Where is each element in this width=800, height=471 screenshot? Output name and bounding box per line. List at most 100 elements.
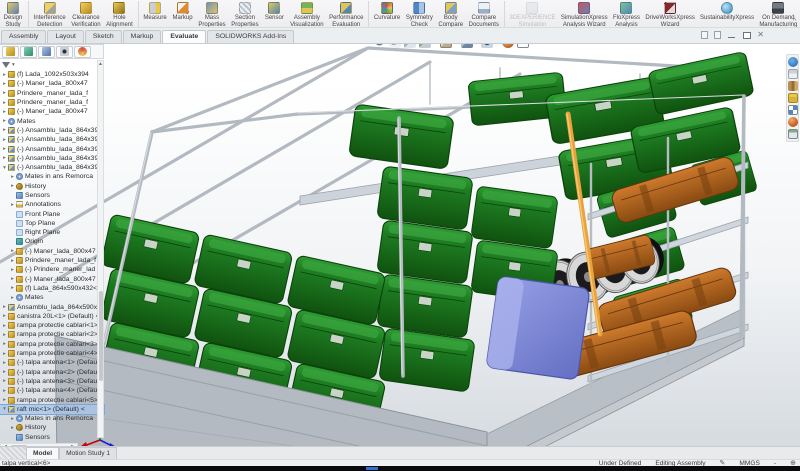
window-icon[interactable]	[714, 31, 721, 39]
zoom-area-icon[interactable]	[389, 44, 401, 48]
tab-sketch[interactable]: Sketch	[85, 30, 122, 43]
display-style-icon[interactable]	[461, 44, 473, 48]
tree-item[interactable]: ▸(-) Ansamblu_lada_864x39K	[0, 126, 104, 135]
expander-icon[interactable]: ▸	[9, 285, 16, 291]
clearance-verification-button[interactable]: Clearance Verification	[68, 0, 103, 28]
sensor-button[interactable]: Sensor	[261, 0, 287, 28]
driveworksxpress-button[interactable]: DriveWorksXpress Wizard	[643, 0, 698, 28]
tree-item[interactable]: Sensors	[0, 191, 104, 200]
tree-item[interactable]: ▸Mates in ans Remorca	[0, 414, 104, 423]
tree-item[interactable]: ▾raft mic<1> (Default) <	[0, 405, 104, 414]
tab-solidworks-add-ins[interactable]: SOLIDWORKS Add-Ins	[207, 30, 294, 43]
propertymanager-tab[interactable]	[20, 46, 37, 58]
tree-item[interactable]: ▸(-) Maner_lada_800x47	[0, 275, 104, 284]
body-compare-button[interactable]: Body Compare	[436, 0, 466, 28]
simulationxpress-button[interactable]: SimulationXpress Analysis Wizard	[558, 0, 610, 28]
sustainabilityxpress-button[interactable]: SustainabilityXpress	[698, 0, 757, 28]
tree-item[interactable]: ▸(-) talpa antena<3> (Defau	[0, 377, 104, 386]
tree-item[interactable]: ▸(-) Ansamblu_lada_864x39K	[0, 154, 104, 163]
expander-icon[interactable]: ▸	[9, 248, 16, 254]
tab-evaluate[interactable]: Evaluate	[162, 30, 206, 43]
expander-icon[interactable]: ▾	[1, 406, 8, 412]
expander-icon[interactable]: ▸	[1, 81, 8, 87]
new-window-icon[interactable]	[701, 31, 708, 39]
hole-alignment-button[interactable]: Hole Alignment	[103, 0, 135, 28]
tab-model[interactable]: Model	[26, 447, 59, 459]
compare-documents-button[interactable]: Compare Documents	[466, 0, 502, 28]
3dexperience-tab-icon[interactable]	[788, 57, 798, 67]
performance-evaluation-button[interactable]: Performance Evaluation	[326, 0, 366, 28]
interference-detection-button[interactable]: Interference Detection	[31, 0, 68, 28]
tab-markup[interactable]: Markup	[123, 30, 162, 43]
expander-icon[interactable]: ▸	[1, 369, 8, 375]
dimxpertmanager-tab[interactable]	[56, 46, 73, 58]
expander-icon[interactable]: ▾	[1, 165, 8, 171]
graphics-viewport[interactable]: ▾ ▾ ▾ ▾ ▾	[0, 44, 800, 446]
expander-icon[interactable]: ▸	[1, 378, 8, 384]
expander-icon[interactable]: ▸	[1, 127, 8, 133]
tree-item[interactable]: ▸Prindere_maner_lada_f	[0, 89, 104, 98]
expander-icon[interactable]: ▸	[1, 109, 8, 115]
tree-item[interactable]: ▸(-) talpa antena<4> (Defau	[0, 386, 104, 395]
tree-item[interactable]: ▸(f) Lada_1092x503x394	[0, 70, 104, 79]
expander-icon[interactable]: ▸	[9, 416, 16, 422]
tree-item[interactable]: Sensors	[0, 433, 104, 442]
tree-item[interactable]: ▸(-) talpa antena<1> (Defau	[0, 358, 104, 367]
tree-item[interactable]: ▸Ansamblu_lada_864x590x4	[0, 302, 104, 311]
hide-show-icon[interactable]	[481, 44, 493, 48]
expander-icon[interactable]: ▸	[9, 276, 16, 282]
restore-icon[interactable]	[742, 31, 751, 39]
tree-item[interactable]: Origin	[0, 237, 104, 246]
markup-button[interactable]: Markup	[170, 0, 196, 28]
tab-motion-study-1[interactable]: Motion Study 1	[59, 447, 117, 459]
tree-item[interactable]: ▸rampa protectie cablari<4>	[0, 349, 104, 358]
curvature-button[interactable]: Curvature	[371, 0, 403, 28]
tree-item[interactable]: ▸(-) talpa antena<2> (Defau	[0, 368, 104, 377]
tree-item[interactable]: ▸(-) Ansamblu_lada_864x39K	[0, 135, 104, 144]
home-tab-icon[interactable]	[788, 69, 798, 79]
hide-show-caret-icon[interactable]: ▾	[496, 44, 499, 45]
tab-assembly[interactable]: Assembly	[1, 30, 46, 43]
tree-item[interactable]: Right Plane	[0, 228, 104, 237]
expander-icon[interactable]: ▸	[1, 397, 8, 403]
tab-layout[interactable]: Layout	[47, 30, 83, 43]
expander-icon[interactable]: ▸	[1, 72, 8, 78]
expander-icon[interactable]: ▸	[1, 137, 8, 143]
expander-icon[interactable]: ▸	[1, 90, 8, 96]
expander-icon[interactable]: ▸	[1, 323, 8, 329]
assembly-visualization-button[interactable]: Assembly Visualization	[287, 0, 326, 28]
previous-view-icon[interactable]	[404, 44, 416, 48]
expander-icon[interactable]: ▸	[9, 425, 16, 431]
tree-vertical-scrollbar[interactable]: ▲	[97, 60, 104, 438]
view-settings-caret-icon[interactable]: ▾	[532, 44, 535, 45]
tree-item[interactable]: ▸rampa protectie cablari<3>	[0, 340, 104, 349]
floxpress-button[interactable]: FloXpress Analysis Wizard	[610, 0, 643, 28]
tree-item[interactable]: ▸(-) Maner_lada_800x47	[0, 79, 104, 88]
close-icon[interactable]: ✕	[757, 31, 764, 39]
symmetry-check-button[interactable]: Symmetry Check	[403, 0, 436, 28]
section-properties-button[interactable]: Section Properties	[228, 0, 261, 28]
expander-icon[interactable]: ▸	[9, 295, 16, 301]
tree-item[interactable]: Top Plane	[0, 219, 104, 228]
appearances-tab-icon[interactable]	[788, 105, 798, 115]
expander-icon[interactable]: ▸	[1, 155, 8, 161]
tree-item[interactable]: ▸(-) Prindere_maner_lad	[0, 265, 104, 274]
filter-caret-icon[interactable]: ▾	[12, 62, 15, 68]
scroll-up-icon[interactable]: ▲	[98, 61, 103, 68]
display-style-caret-icon[interactable]: ▾	[476, 44, 479, 45]
tree-item[interactable]: ▸Mates	[0, 116, 104, 125]
expander-icon[interactable]: ▸	[1, 100, 8, 106]
scenes-tab-icon[interactable]	[788, 117, 798, 127]
splitter-handle[interactable]	[0, 447, 26, 459]
section-view-icon[interactable]	[419, 44, 431, 48]
filter-icon[interactable]	[2, 62, 10, 68]
tree-item[interactable]: ▸(-) Maner_lada_800x47	[0, 107, 104, 116]
measure-button[interactable]: Measure	[141, 0, 170, 28]
assembly-3d-scene[interactable]	[0, 44, 800, 446]
tree-item[interactable]: ▸Annotations	[0, 200, 104, 209]
section-view-caret-icon[interactable]: ▾	[434, 44, 437, 45]
expander-icon[interactable]: ▸	[9, 183, 16, 189]
expander-icon[interactable]: ▸	[9, 258, 16, 264]
tree-item[interactable]: ▸rampa protectie cablari<5>	[0, 395, 104, 404]
expander-icon[interactable]: ▸	[1, 351, 8, 357]
